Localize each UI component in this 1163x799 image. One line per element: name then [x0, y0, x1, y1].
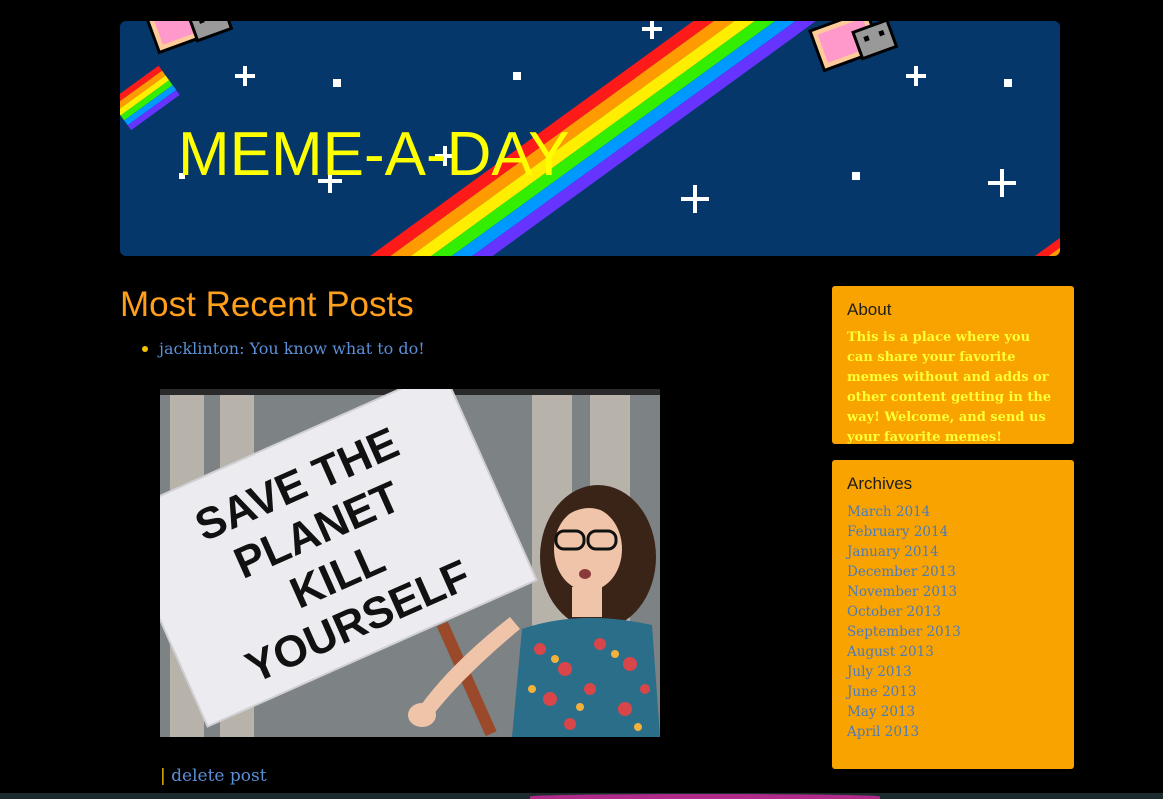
- list-item: June 2013: [847, 682, 1059, 702]
- list-item: February 2014: [847, 522, 1059, 542]
- about-widget: About This is a place where you can shar…: [832, 286, 1074, 445]
- archive-link-december-2013[interactable]: December 2013: [847, 564, 956, 580]
- archives-title: Archives: [847, 474, 913, 493]
- archive-link-april-2013[interactable]: April 2013: [847, 724, 919, 740]
- about-title: About: [847, 300, 892, 319]
- list-item: January 2014: [847, 542, 1059, 562]
- archive-link-january-2014[interactable]: January 2014: [847, 544, 939, 560]
- footer-decoration: [530, 794, 880, 799]
- list-item: November 2013: [847, 582, 1059, 602]
- archive-list: March 2014 February 2014 January 2014 De…: [847, 502, 1059, 742]
- post-title-link[interactable]: jacklinton: You know what to do!: [159, 339, 425, 358]
- list-item: April 2013: [847, 722, 1059, 742]
- archive-link-june-2013[interactable]: June 2013: [847, 684, 916, 700]
- list-item: jacklinton: You know what to do!: [142, 339, 800, 358]
- list-item: December 2013: [847, 562, 1059, 582]
- site-title[interactable]: MEME-A-DAY: [178, 119, 570, 190]
- archive-link-august-2013[interactable]: August 2013: [847, 644, 934, 660]
- archive-link-february-2014[interactable]: February 2014: [847, 524, 948, 540]
- header-banner: MEME-A-DAY: [120, 21, 1060, 256]
- list-item: July 2013: [847, 662, 1059, 682]
- list-item: May 2013: [847, 702, 1059, 722]
- separator: |: [160, 766, 166, 786]
- section-title: Most Recent Posts: [120, 285, 414, 324]
- post-meme-image: SAVE THE PLANET KILL YOURSELF: [160, 389, 660, 737]
- post-actions: | delete post: [160, 766, 267, 786]
- delete-post-link[interactable]: delete post: [171, 766, 266, 786]
- archive-link-march-2014[interactable]: March 2014: [847, 504, 930, 520]
- list-item: September 2013: [847, 622, 1059, 642]
- archive-link-may-2013[interactable]: May 2013: [847, 704, 915, 720]
- about-text: This is a place where you can share your…: [847, 330, 1052, 445]
- archive-link-november-2013[interactable]: November 2013: [847, 584, 957, 600]
- list-item: March 2014: [847, 502, 1059, 522]
- archive-link-september-2013[interactable]: September 2013: [847, 624, 961, 640]
- archives-widget: Archives March 2014 February 2014 Januar…: [832, 460, 1074, 769]
- list-item: August 2013: [847, 642, 1059, 662]
- archive-link-july-2013[interactable]: July 2013: [847, 664, 912, 680]
- post-list: jacklinton: You know what to do!: [120, 339, 800, 358]
- main-content: Most Recent Posts jacklinton: You know w…: [120, 285, 800, 786]
- list-item: October 2013: [847, 602, 1059, 622]
- archive-link-october-2013[interactable]: October 2013: [847, 604, 941, 620]
